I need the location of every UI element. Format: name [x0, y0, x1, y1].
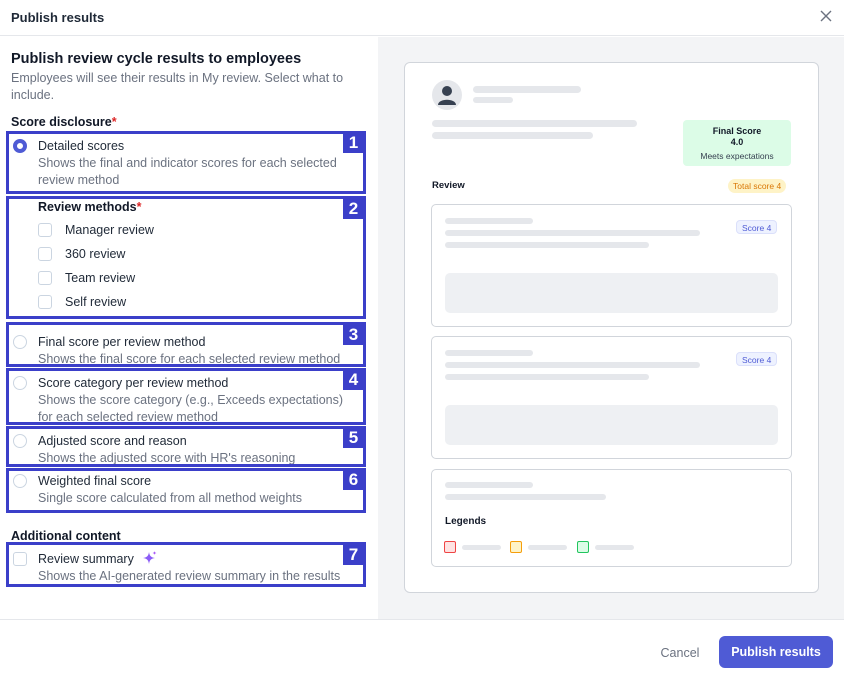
- legend-swatch-amber: [510, 541, 522, 553]
- final-score-value: 4.0: [730, 137, 744, 147]
- avatar: [432, 80, 462, 110]
- option-description: Shows the final score for each selected …: [38, 352, 341, 366]
- skeleton-line: [445, 230, 700, 236]
- skeleton-block: [445, 273, 778, 313]
- skeleton-line: [528, 545, 567, 550]
- skeleton-line: [432, 132, 593, 139]
- option-title: Weighted final score: [38, 474, 152, 488]
- option-review-summary[interactable]: Review summary Shows the AI-generated re…: [11, 551, 363, 585]
- option-final-score-per-method[interactable]: Final score per review method Shows the …: [11, 334, 363, 368]
- close-icon[interactable]: [818, 8, 834, 24]
- option-detailed-scores[interactable]: Detailed scores Shows the final and indi…: [11, 137, 363, 187]
- additional-content-label: Additional content: [11, 529, 121, 543]
- option-score-category[interactable]: Score category per review method Shows t…: [11, 375, 363, 425]
- skeleton-line: [432, 120, 637, 127]
- final-score-card: Final Score 4.0 Meets expectations: [683, 120, 791, 166]
- skeleton-line: [445, 482, 533, 488]
- skeleton-line: [445, 350, 533, 356]
- score-badge: Score 4: [736, 352, 778, 366]
- legends-label: Legends: [445, 516, 487, 527]
- checkbox-360-review[interactable]: [38, 247, 52, 261]
- page-title: Publish review cycle results to employee…: [11, 51, 302, 67]
- option-description: Shows the score category (e.g., Exceeds …: [38, 393, 344, 424]
- skeleton-block: [445, 405, 778, 445]
- skeleton-line: [595, 545, 634, 550]
- method-label: Self review: [65, 295, 127, 309]
- option-description: Shows the final and indicator scores for…: [38, 156, 337, 187]
- legend-swatch-red: [444, 541, 456, 553]
- score-disclosure-label: Score disclosure*: [11, 115, 117, 129]
- user-icon: [438, 86, 456, 105]
- skeleton-line: [445, 218, 533, 224]
- option-title: Detailed scores: [38, 139, 125, 153]
- annotation-badge-4: 4: [343, 369, 364, 390]
- skeleton-line: [445, 362, 700, 368]
- checkbox-manager-review[interactable]: [38, 223, 52, 237]
- review-methods-label: Review methods*: [38, 200, 142, 214]
- review-label: Review: [432, 180, 465, 191]
- annotation-badge-5: 5: [343, 427, 364, 448]
- annotation-badge-3: 3: [343, 324, 364, 345]
- checkbox-team-review[interactable]: [38, 271, 52, 285]
- checkbox-self-review[interactable]: [38, 295, 52, 309]
- dialog-footer: [0, 619, 844, 682]
- sparkle-icon: [143, 551, 157, 564]
- dialog-title: Publish results: [11, 10, 105, 25]
- page-subtitle: Employees will see their results in My r…: [11, 71, 344, 102]
- method-label: Team review: [65, 271, 136, 285]
- final-score-label: Final Score: [712, 126, 762, 136]
- total-score-badge: Total score 4: [728, 179, 787, 193]
- publish-results-button[interactable]: Publish results: [719, 636, 833, 668]
- dialog-header: Publish results: [0, 0, 844, 36]
- radio-score-category[interactable]: [13, 376, 27, 390]
- checkbox-review-summary[interactable]: [13, 552, 27, 566]
- option-title: Final score per review method: [38, 335, 206, 349]
- skeleton-line: [473, 86, 581, 93]
- annotation-badge-2: 2: [343, 198, 364, 219]
- option-description: Shows the adjusted score with HR's reaso…: [38, 451, 296, 465]
- option-title: Adjusted score and reason: [38, 434, 187, 448]
- skeleton-line: [462, 545, 501, 550]
- cancel-button[interactable]: Cancel: [650, 644, 710, 662]
- radio-final-score-per-method[interactable]: [13, 335, 27, 349]
- option-weighted-final-score[interactable]: Weighted final score Single score calcul…: [11, 473, 363, 507]
- skeleton-line: [445, 242, 649, 248]
- skeleton-line: [445, 374, 649, 380]
- annotation-badge-6: 6: [343, 469, 364, 490]
- radio-adjusted-score[interactable]: [13, 434, 27, 448]
- option-description: Shows the AI-generated review summary in…: [38, 569, 341, 583]
- score-badge: Score 4: [736, 220, 778, 234]
- legend-swatch-green: [577, 541, 589, 553]
- option-title: Review summary: [38, 552, 134, 566]
- option-description: Single score calculated from all method …: [38, 491, 303, 505]
- skeleton-line: [473, 97, 513, 103]
- option-title: Score category per review method: [38, 376, 229, 390]
- option-adjusted-score[interactable]: Adjusted score and reason Shows the adju…: [11, 433, 363, 467]
- annotation-badge-7: 7: [343, 544, 364, 565]
- method-label: Manager review: [65, 223, 154, 237]
- skeleton-line: [445, 494, 606, 500]
- annotation-badge-1: 1: [343, 132, 364, 153]
- radio-detailed-scores[interactable]: [13, 139, 27, 153]
- final-score-category: Meets expectations: [700, 151, 774, 161]
- method-label: 360 review: [65, 247, 126, 261]
- radio-weighted-final-score[interactable]: [13, 474, 27, 488]
